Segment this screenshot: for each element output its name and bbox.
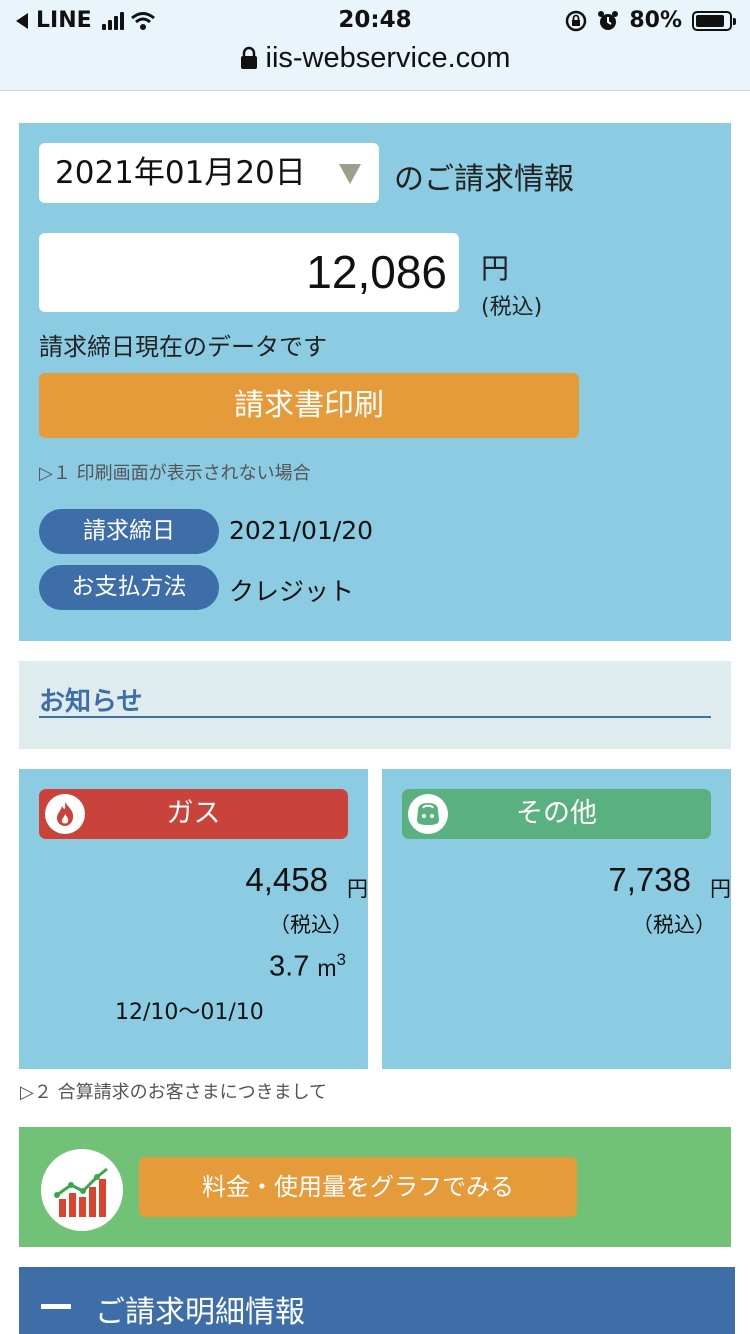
lock-icon <box>240 46 257 69</box>
wallet-icon <box>408 794 448 834</box>
billing-detail-header[interactable]: ご請求明細情報 <box>19 1267 735 1334</box>
flame-icon <box>45 794 85 834</box>
billing-title: のご請求情報 <box>394 162 574 197</box>
billing-detail-title: ご請求明細情報 <box>95 1295 305 1330</box>
other-card: その他 7,738 円 （税込） <box>382 769 731 1069</box>
gas-volume-value: 3.7 <box>269 950 310 983</box>
billing-panel: 2021年01月20日 のご請求情報 12,086 円 (税込) 請求締日現在の… <box>19 123 731 641</box>
rotation-lock-icon <box>566 10 587 31</box>
gas-volume-unit: m <box>317 954 337 981</box>
billing-yen-label: 円 <box>481 252 510 285</box>
closing-date-value: 2021/01/20 <box>229 516 374 545</box>
dropdown-triangle-icon <box>339 164 361 184</box>
billing-note: 請求締日現在のデータです <box>39 333 327 361</box>
closing-date-tag: 請求締日 <box>39 509 219 554</box>
billing-tax-label: (税込) <box>481 295 543 320</box>
billing-date-select[interactable]: 2021年01月20日 <box>39 143 379 203</box>
gas-period: 12/10〜01/10 <box>115 1000 264 1025</box>
notice-section: お知らせ <box>19 661 731 749</box>
gas-volume-unit-sup: 3 <box>336 950 346 969</box>
status-bar: LINE 20:48 80% <box>0 0 750 42</box>
billing-amount: 12,086 <box>39 233 459 312</box>
notice-title[interactable]: お知らせ <box>39 681 142 718</box>
gas-amount: 4,458 <box>245 861 328 898</box>
chart-icon <box>41 1149 123 1231</box>
print-invoice-button[interactable]: 請求書印刷 <box>39 373 579 438</box>
alarm-icon <box>598 10 619 30</box>
other-card-title: その他 <box>516 798 597 829</box>
combined-billing-link[interactable]: ▷２ 合算請求のお客さまにつきまして <box>20 1078 327 1104</box>
gas-card-title: ガス <box>166 798 221 829</box>
battery-percent: 80% <box>629 8 682 33</box>
gas-yen-label: 円 <box>347 877 368 901</box>
url-text: iis-webservice.com <box>265 42 511 74</box>
other-card-header: その他 <box>402 789 711 839</box>
other-tax-label: （税込） <box>632 913 716 937</box>
view-graph-button[interactable]: 料金・使用量をグラフでみる <box>139 1157 577 1217</box>
gas-card-header: ガス <box>39 789 348 839</box>
gas-card: ガス 4,458 円 （税込） 3.7 m3 12/10〜01/10 <box>19 769 368 1069</box>
billing-date-value: 2021年01月20日 <box>55 155 306 191</box>
other-amount: 7,738 <box>608 861 691 898</box>
gas-volume: 3.7 m3 <box>269 950 346 984</box>
battery-icon <box>692 10 736 31</box>
other-yen-label: 円 <box>710 877 731 901</box>
minus-icon <box>41 1304 71 1309</box>
address-bar[interactable]: iis-webservice.com <box>0 42 750 75</box>
gas-tax-label: （税込） <box>269 913 353 937</box>
notice-divider <box>39 716 711 718</box>
payment-method-tag: お支払方法 <box>39 565 219 610</box>
print-help-link[interactable]: ▷１ 印刷画面が表示されない場合 <box>39 459 311 485</box>
status-right: 80% <box>565 8 736 33</box>
payment-method-value: クレジット <box>229 577 355 606</box>
browser-top-bar: LINE 20:48 80% iis-webservice.com <box>0 0 750 91</box>
graph-section: 料金・使用量をグラフでみる <box>19 1127 731 1247</box>
